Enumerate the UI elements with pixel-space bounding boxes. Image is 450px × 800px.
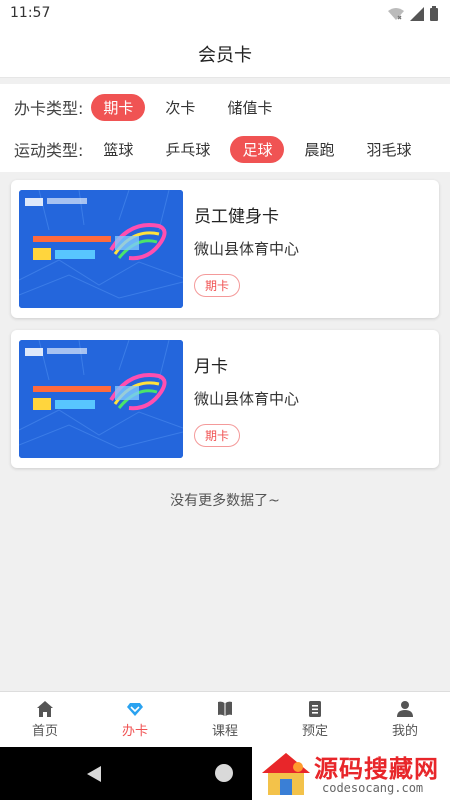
watermark: 源码搜藏网 codesocang.com	[252, 747, 450, 800]
status-bar: 11:57	[0, 0, 450, 28]
card-thumbnail	[19, 190, 183, 308]
clipboard-icon	[309, 701, 321, 717]
card-venue: 微山县体育中心	[194, 240, 300, 258]
status-time: 11:57	[10, 5, 51, 21]
card-type-badge: 期卡	[194, 274, 241, 297]
filter-panel: 办卡类型: 期卡 次卡 储值卡 运动类型: 篮球 乒乓球 足球 晨跑 羽毛球	[0, 84, 450, 172]
page-title: 会员卡	[198, 45, 252, 66]
user-icon	[397, 701, 413, 717]
book-icon	[218, 701, 232, 716]
watermark-url: codesocang.com	[322, 781, 424, 795]
watermark-house-icon	[262, 753, 310, 795]
home-icon	[37, 701, 53, 717]
card-type-label: 办卡类型:	[14, 99, 84, 118]
tab-label: 预定	[301, 724, 328, 739]
wifi-icon	[388, 7, 404, 20]
chip-basketball[interactable]: 篮球	[91, 136, 145, 163]
membership-card-item[interactable]: 员工健身卡 微山县体育中心 期卡	[11, 180, 439, 318]
tab-mine[interactable]: 我的	[360, 692, 450, 747]
status-icons	[388, 6, 438, 21]
card-venue: 微山县体育中心	[194, 390, 300, 408]
battery-icon	[430, 6, 438, 21]
page-header: 会员卡	[0, 28, 450, 78]
card-title: 员工健身卡	[194, 207, 279, 227]
bottom-tab-bar: 首页 办卡 课程 预定 我的	[0, 691, 450, 747]
chip-morning-run[interactable]: 晨跑	[292, 136, 346, 163]
tab-label: 办卡	[121, 724, 148, 739]
chip-stored-value-card[interactable]: 储值卡	[215, 94, 284, 121]
tab-label: 课程	[211, 724, 238, 739]
card-thumbnail	[19, 340, 183, 458]
tab-label: 我的	[391, 724, 418, 739]
card-type-filter: 办卡类型: 期卡 次卡 储值卡	[0, 92, 450, 122]
tab-booking[interactable]: 预定	[270, 692, 360, 747]
tab-course[interactable]: 课程	[180, 692, 270, 747]
no-more-data-text: 没有更多数据了~	[170, 493, 280, 509]
back-icon[interactable]	[86, 765, 102, 783]
chip-badminton[interactable]: 羽毛球	[354, 136, 423, 163]
tab-card[interactable]: 办卡	[90, 692, 180, 747]
card-title: 月卡	[194, 357, 228, 377]
membership-card-item[interactable]: 月卡 微山县体育中心 期卡	[11, 330, 439, 468]
diamond-icon	[127, 703, 143, 716]
chip-count-card[interactable]: 次卡	[153, 94, 207, 121]
home-button[interactable]	[215, 764, 233, 782]
tab-home[interactable]: 首页	[0, 692, 90, 747]
chip-football[interactable]: 足球	[230, 135, 285, 163]
card-type-badge: 期卡	[194, 424, 241, 447]
sport-type-label: 运动类型:	[14, 141, 84, 160]
sport-type-filter: 运动类型: 篮球 乒乓球 足球 晨跑 羽毛球	[0, 134, 450, 164]
chip-table-tennis[interactable]: 乒乓球	[153, 136, 222, 163]
chip-period-card[interactable]: 期卡	[91, 93, 146, 121]
signal-icon	[410, 6, 424, 21]
tab-label: 首页	[31, 724, 58, 739]
watermark-text: 源码搜藏网	[314, 755, 439, 783]
